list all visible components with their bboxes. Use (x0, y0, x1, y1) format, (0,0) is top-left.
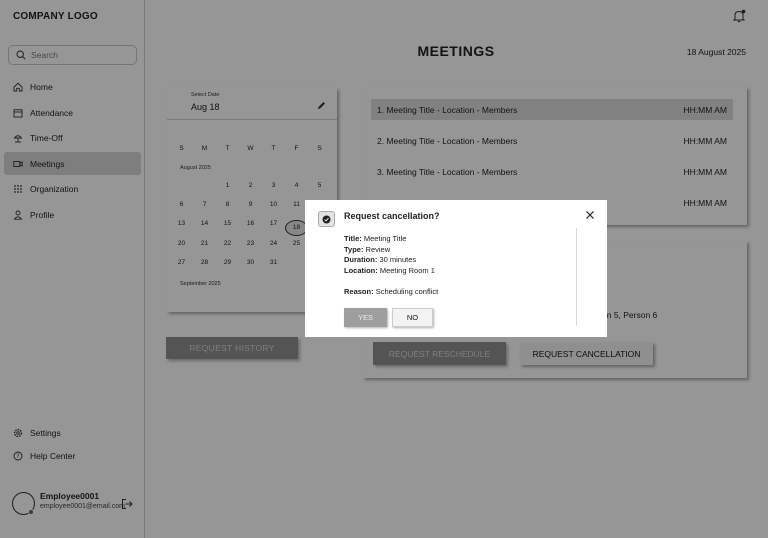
detail-value: Review (365, 244, 391, 254)
reason-row: Reason: Scheduling conflict (344, 287, 438, 296)
detail-value: 30 minutes (379, 255, 417, 264)
close-icon[interactable] (585, 210, 595, 220)
reason-value: Scheduling conflict (375, 287, 439, 296)
yes-button[interactable]: YES (344, 308, 387, 327)
detail-label: Title: (344, 234, 362, 243)
detail-label: Location: (344, 265, 378, 275)
detail-label: Duration: (344, 255, 378, 264)
detail-value: Meeting Room 1 (379, 265, 435, 275)
divider (576, 228, 577, 326)
detail-row: Location: Meeting Room 1 (344, 266, 435, 277)
reason-label: Reason: (344, 287, 374, 296)
detail-value: Meeting Title (363, 234, 407, 243)
detail-row: Type: Review (344, 245, 435, 256)
detail-label: Type: (344, 244, 364, 254)
dialog-details: Title: Meeting Title Type: Review Durati… (344, 234, 435, 276)
detail-row: Duration: 30 minutes (344, 255, 435, 266)
dialog-title: Request cancellation? (344, 211, 440, 221)
cancellation-dialog: Request cancellation? Title: Meeting Tit… (305, 200, 607, 337)
detail-row: Title: Meeting Title (344, 234, 435, 245)
no-button[interactable]: NO (392, 308, 433, 327)
check-badge-icon (318, 211, 335, 227)
